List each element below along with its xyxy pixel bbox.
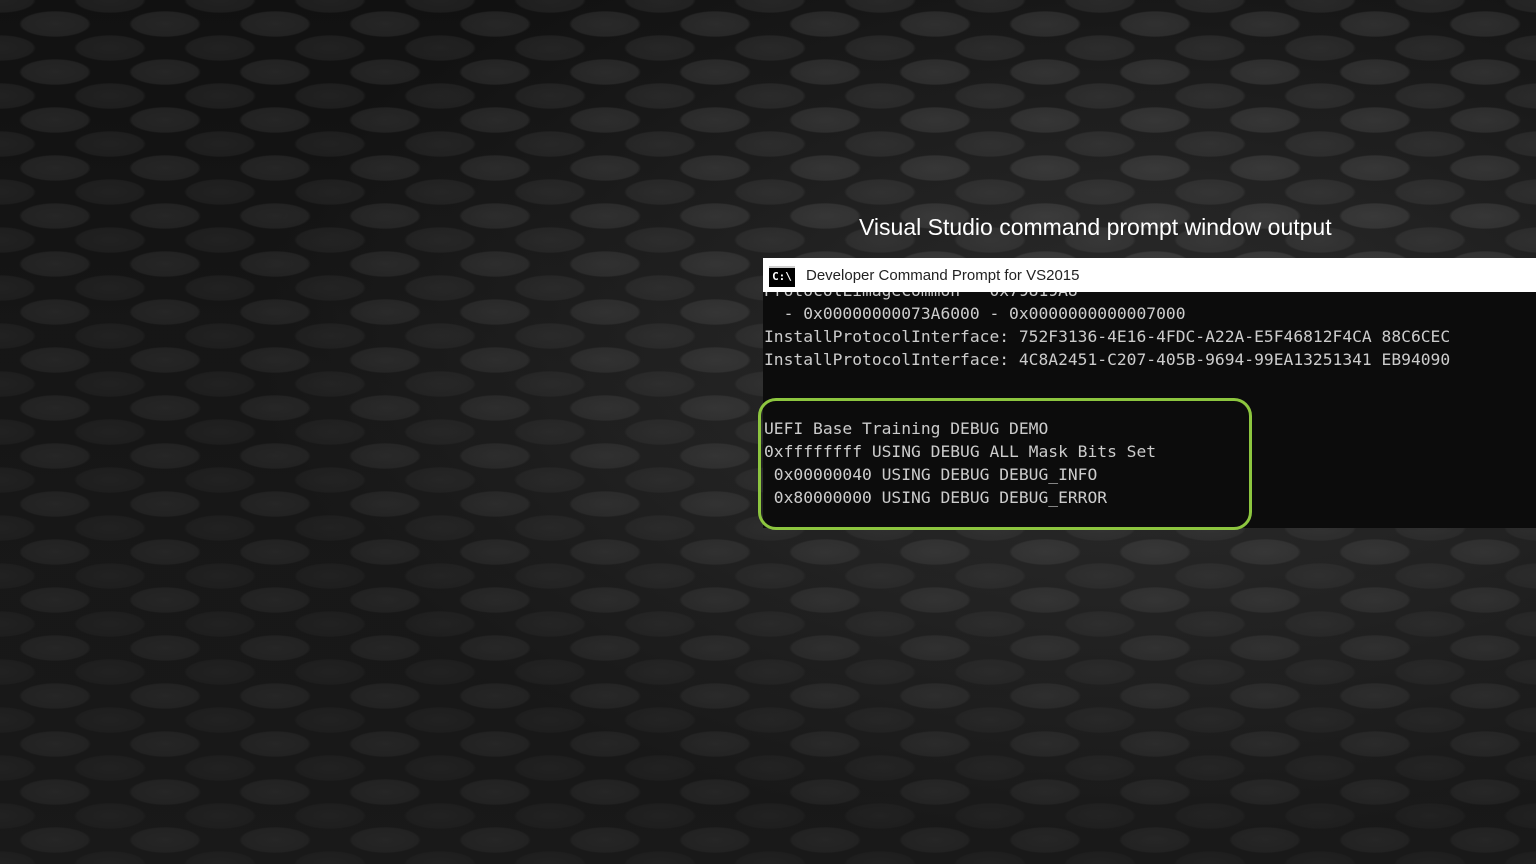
- slide-background: Visual Studio command prompt window outp…: [0, 0, 1536, 864]
- window-titlebar[interactable]: C:\ Developer Command Prompt for VS2015: [763, 258, 1536, 292]
- command-prompt-icon: C:\: [769, 263, 795, 287]
- console-line: ProtocolLimageCommon - 0x79819A8: [764, 292, 1078, 302]
- console-line: InstallProtocolInterface: 752F3136-4E16-…: [764, 327, 1451, 346]
- console-line: InstallProtocolInterface: 4C8A2451-C207-…: [764, 350, 1451, 369]
- console-line: - 0x00000000073A6000 - 0x000000000000700…: [764, 304, 1186, 323]
- window-title: Developer Command Prompt for VS2015: [806, 266, 1080, 284]
- slide-caption: Visual Studio command prompt window outp…: [859, 214, 1332, 240]
- debug-output-highlight: [758, 398, 1252, 530]
